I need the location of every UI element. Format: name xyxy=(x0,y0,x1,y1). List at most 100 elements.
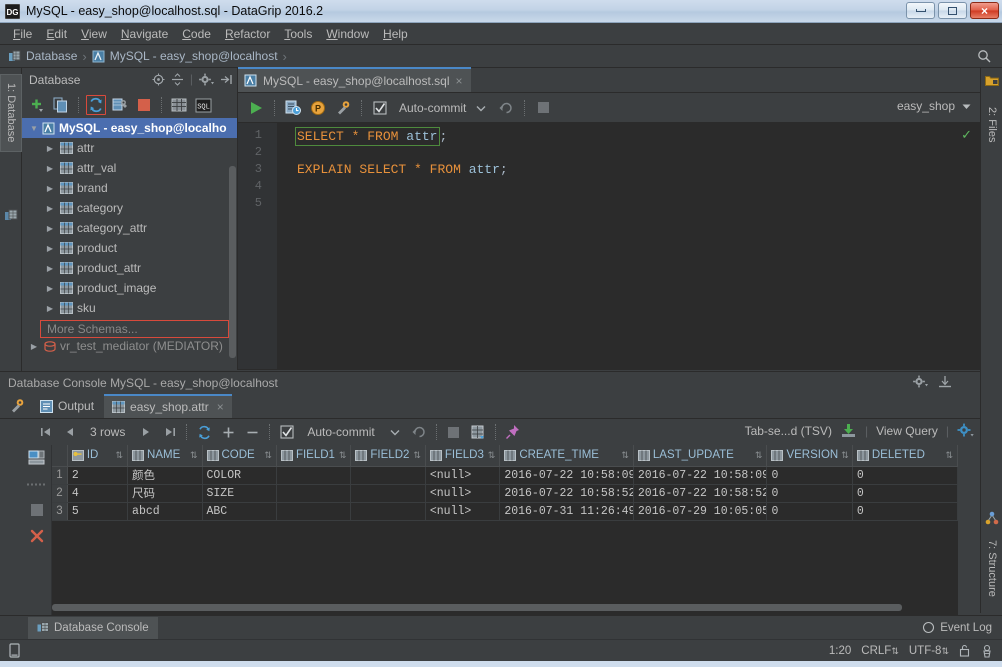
chevron-down-icon[interactable]: ▼ xyxy=(28,124,40,133)
crosshair-icon[interactable] xyxy=(152,73,165,86)
breadcrumb-item-datasource[interactable]: MySQL - easy_shop@localhost xyxy=(92,49,278,63)
code-folding-strip[interactable] xyxy=(268,123,277,369)
cell-field2[interactable] xyxy=(350,466,426,485)
lock-icon[interactable] xyxy=(959,644,970,657)
tree-item-truncated[interactable]: ▶ vr_test_mediator (MEDIATOR) xyxy=(22,338,237,354)
jump-to-console-icon[interactable]: SQL xyxy=(193,95,213,115)
cell-create-time[interactable]: 2016-07-22 10:58:09 xyxy=(499,466,634,485)
result-grid-horizontal-scrollbar[interactable] xyxy=(52,604,956,611)
menu-view[interactable]: View xyxy=(74,25,114,43)
column-header-create-time[interactable]: CREATE_TIME ⇅ xyxy=(499,445,634,467)
chevron-right-icon[interactable]: ▶ xyxy=(44,204,56,213)
synchronize-icon[interactable] xyxy=(86,95,106,115)
column-header-version[interactable]: VERSION ⇅ xyxy=(766,445,853,467)
cell-deleted[interactable]: 0 xyxy=(852,502,958,521)
column-header-last-update[interactable]: LAST_UPDATE ⇅ xyxy=(633,445,768,467)
reload-page-icon[interactable] xyxy=(194,422,214,442)
sort-icon[interactable]: ⇅ xyxy=(339,450,347,461)
delete-row-icon[interactable] xyxy=(242,422,262,442)
stop-icon[interactable] xyxy=(444,422,464,442)
cell-name[interactable]: 尺码 xyxy=(127,484,203,503)
table-row[interactable]: 2 4 尺码 SIZE <null> 2016-07-22 10:58:52 2… xyxy=(52,484,958,503)
cell-code[interactable]: COLOR xyxy=(202,466,277,485)
tree-item-table[interactable]: ▶ product xyxy=(22,238,237,258)
sort-icon[interactable]: ⇅ xyxy=(488,450,496,461)
column-header-name[interactable]: NAME ⇅ xyxy=(127,445,203,467)
schema-selector[interactable]: easy_shop xyxy=(897,99,972,113)
close-button[interactable]: × xyxy=(970,2,999,19)
code-text[interactable]: SELECT * FROM attr; EXPLAIN SELECT * FRO… xyxy=(277,123,980,369)
cell-create-time[interactable]: 2016-07-31 11:26:49 xyxy=(499,502,634,521)
search-icon[interactable] xyxy=(977,49,992,64)
tab-output[interactable]: Output xyxy=(32,394,102,418)
column-header-field3[interactable]: FIELD3 ⇅ xyxy=(425,445,501,467)
breadcrumb-item-database[interactable]: Database xyxy=(8,49,77,63)
cell-create-time[interactable]: 2016-07-22 10:58:52 xyxy=(499,484,634,503)
prev-page-icon[interactable] xyxy=(60,422,80,442)
sort-icon[interactable]: ⇅ xyxy=(116,450,124,461)
transpose-icon[interactable] xyxy=(468,422,488,442)
cell-last-update[interactable]: 2016-07-22 10:58:09 xyxy=(633,466,768,485)
cell-field2[interactable] xyxy=(350,484,426,503)
last-page-icon[interactable] xyxy=(159,422,179,442)
close-x-icon[interactable] xyxy=(22,523,51,549)
cell-id[interactable]: 2 xyxy=(67,466,129,485)
value-editor-icon[interactable] xyxy=(22,445,51,471)
bottom-tab-database-console[interactable]: Database Console xyxy=(28,616,158,639)
tree-item-table[interactable]: ▶ attr xyxy=(22,138,237,158)
session-settings-icon[interactable] xyxy=(333,98,353,118)
parameters-icon[interactable]: P xyxy=(308,98,328,118)
copy-datasource-icon[interactable] xyxy=(51,95,71,115)
chevron-right-icon[interactable]: ▶ xyxy=(28,342,40,351)
cell-last-update[interactable]: 2016-07-29 10:05:05 xyxy=(633,502,768,521)
console-settings-icon[interactable] xyxy=(4,394,30,418)
cell-deleted[interactable]: 0 xyxy=(852,466,958,485)
sort-icon[interactable]: ⇅ xyxy=(190,450,198,461)
tree-root-datasource[interactable]: ▼ MySQL - easy_shop@localho xyxy=(22,118,237,138)
code-editor[interactable]: 1 2 3 4 5 SELECT * FROM attr; EXPLAIN SE… xyxy=(238,123,980,369)
hide-panel-icon[interactable] xyxy=(938,375,952,388)
column-header-field1[interactable]: FIELD1 ⇅ xyxy=(276,445,352,467)
cell-field1[interactable] xyxy=(276,484,352,503)
close-icon[interactable]: × xyxy=(456,74,463,88)
rollback-icon[interactable] xyxy=(409,422,429,442)
sort-icon[interactable]: ⇅ xyxy=(945,450,953,461)
minimize-button[interactable] xyxy=(906,2,935,19)
more-schemas-button[interactable]: More Schemas... xyxy=(40,320,229,338)
chevron-right-icon[interactable]: ▶ xyxy=(44,224,56,233)
cell-version[interactable]: 0 xyxy=(766,484,853,503)
table-row[interactable]: 1 2 颜色 COLOR <null> 2016-07-22 10:58:09 … xyxy=(52,466,958,485)
expand-collapse-icon[interactable] xyxy=(171,72,184,86)
sort-icon[interactable]: ⇅ xyxy=(621,450,629,461)
table-row[interactable]: 3 5 abcd ABC <null> 2016-07-31 11:26:49 … xyxy=(52,502,958,521)
cell-field1[interactable] xyxy=(276,466,352,485)
cell-version[interactable]: 0 xyxy=(766,502,853,521)
column-header-id[interactable]: ID ⇅ xyxy=(67,445,129,467)
data-source-properties-icon[interactable] xyxy=(110,95,130,115)
cell-code[interactable]: ABC xyxy=(202,502,277,521)
sort-icon[interactable]: ⇅ xyxy=(755,450,763,461)
inspection-icon[interactable] xyxy=(980,644,994,658)
chevron-right-icon[interactable]: ▶ xyxy=(44,164,56,173)
cell-field1[interactable] xyxy=(276,502,352,521)
maximize-button[interactable] xyxy=(938,2,967,19)
menu-window[interactable]: Window xyxy=(319,25,376,43)
cell-id[interactable]: 5 xyxy=(67,502,129,521)
jump-to-table-icon[interactable] xyxy=(169,95,189,115)
sort-icon[interactable]: ⇅ xyxy=(264,450,272,461)
menu-code[interactable]: Code xyxy=(175,25,218,43)
cell-deleted[interactable]: 0 xyxy=(852,484,958,503)
column-header-code[interactable]: CODE ⇅ xyxy=(202,445,277,467)
caret-position[interactable]: 1:20 xyxy=(829,645,851,657)
column-header-field2[interactable]: FIELD2 ⇅ xyxy=(350,445,426,467)
cell-field2[interactable] xyxy=(350,502,426,521)
chevron-right-icon[interactable]: ▶ xyxy=(44,264,56,273)
database-tree-scrollbar[interactable] xyxy=(229,166,236,358)
sidebar-tab-database[interactable]: 1: Database xyxy=(0,74,22,152)
close-icon[interactable]: × xyxy=(217,400,224,414)
menu-tools[interactable]: Tools xyxy=(277,25,319,43)
stop-icon[interactable] xyxy=(533,98,553,118)
cell-last-update[interactable]: 2016-07-22 10:58:52 xyxy=(633,484,768,503)
pin-tab-icon[interactable] xyxy=(503,422,523,442)
cell-code[interactable]: SIZE xyxy=(202,484,277,503)
